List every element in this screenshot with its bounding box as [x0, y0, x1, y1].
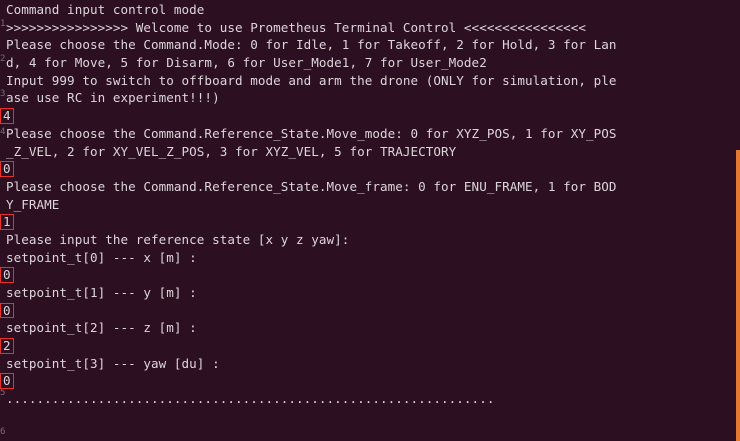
- highlighted-input-setpoint-z: 2: [0, 338, 14, 354]
- setpoint-prompt-yaw: setpoint_t[3] --- yaw [du] :: [6, 355, 220, 371]
- gutter-mark: 2: [0, 54, 6, 64]
- output-line: Input 999 to switch to offboard mode and…: [6, 72, 617, 88]
- highlighted-input-setpoint-x: 0: [0, 267, 14, 283]
- input-line-setpoint-yaw: 0: [0, 372, 734, 390]
- highlighted-input-setpoint-y: 0: [0, 302, 14, 319]
- input-line-setpoint-x: 0: [0, 266, 734, 284]
- highlighted-input-command-mode: 4: [0, 108, 14, 124]
- highlighted-input-move-frame: 1: [0, 214, 14, 230]
- move-frame-prompt: Y_FRAME: [6, 196, 60, 212]
- terminal-output[interactable]: Command input control mode >>>>>>>>>>>>>…: [0, 0, 734, 408]
- output-line: ase use RC in experiment!!!): [6, 90, 220, 106]
- highlighted-input-move-mode: 0: [0, 161, 14, 177]
- gutter-mark: 6: [0, 427, 6, 437]
- dotted-separator: ........................................…: [6, 391, 495, 407]
- output-line: Please choose the Command.Mode: 0 for Id…: [6, 37, 617, 53]
- input-line-command-mode: 4: [0, 107, 734, 125]
- move-mode-prompt: _Z_VEL, 2 for XY_VEL_Z_POS, 3 for XYZ_VE…: [6, 143, 457, 159]
- reference-state-prompt: Please input the reference state [x y z …: [6, 231, 350, 247]
- gutter-mark: 5: [0, 388, 6, 398]
- output-line: d, 4 for Move, 5 for Disarm, 6 for User_…: [6, 55, 487, 71]
- terminal-window[interactable]: 1 2 3 4 5 6 Command input control mode >…: [0, 0, 740, 441]
- move-mode-prompt: Please choose the Command.Reference_Stat…: [6, 125, 617, 141]
- welcome-banner: >>>>>>>>>>>>>>>> Welcome to use Promethe…: [6, 19, 587, 35]
- move-frame-prompt: Please choose the Command.Reference_Stat…: [6, 178, 617, 194]
- gutter-mark: 3: [0, 89, 6, 99]
- output-line: Command input control mode: [6, 2, 205, 17]
- input-line-move-mode: 0: [0, 160, 734, 178]
- highlighted-input-setpoint-yaw: 0: [0, 373, 14, 389]
- setpoint-prompt-z: setpoint_t[2] --- z [m] :: [6, 320, 197, 336]
- scrollbar[interactable]: [736, 150, 740, 441]
- setpoint-prompt-x: setpoint_t[0] --- x [m] :: [6, 249, 197, 265]
- setpoint-prompt-y: setpoint_t[1] --- y [m] :: [6, 285, 197, 300]
- input-line-move-frame: 1: [0, 213, 734, 231]
- gutter-mark: 1: [0, 19, 6, 29]
- gutter-mark: 4: [0, 127, 6, 137]
- input-line-setpoint-y: 0: [0, 302, 734, 320]
- input-line-setpoint-z: 2: [0, 337, 734, 355]
